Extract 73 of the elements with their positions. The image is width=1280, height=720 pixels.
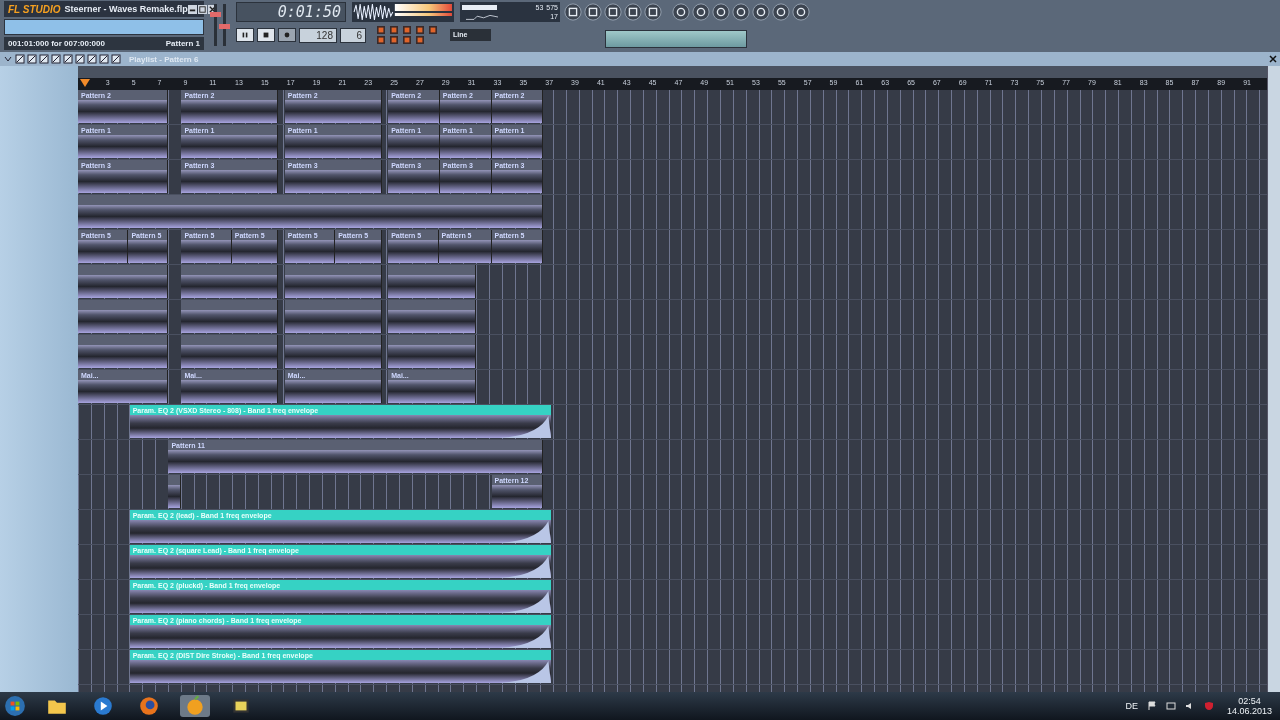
pattern-clip[interactable] — [168, 475, 182, 508]
toggle-icon[interactable] — [390, 36, 398, 44]
tool-icon[interactable] — [87, 54, 97, 64]
pattern-clip[interactable] — [284, 265, 382, 298]
app-logo: FL STUDIO — [7, 3, 62, 15]
toggle-icon[interactable] — [416, 36, 424, 44]
pattern-clip[interactable] — [181, 335, 279, 368]
project-title: Steerner - Waves Remake.flp — [64, 4, 188, 14]
tool-icon[interactable] — [15, 54, 25, 64]
playlist-title: Playlist - Pattern 6 — [129, 54, 200, 64]
playhead-marker[interactable] — [80, 79, 90, 87]
time-display: 0:01:50 — [236, 2, 346, 22]
toggle-icon[interactable] — [390, 26, 398, 34]
tool-icon[interactable] — [51, 54, 61, 64]
clock-date: 14.06.2013 — [1226, 706, 1272, 716]
pattern-clip[interactable] — [388, 265, 477, 298]
close-icon[interactable] — [1268, 54, 1278, 64]
tool-icon[interactable] — [39, 54, 49, 64]
toggle-icon[interactable] — [403, 36, 411, 44]
window-button-icon[interactable] — [584, 3, 602, 21]
pattern-clip[interactable] — [78, 195, 544, 228]
window-button-icon[interactable] — [604, 3, 622, 21]
pattern-clip[interactable] — [388, 300, 477, 333]
flag-icon[interactable] — [1146, 701, 1157, 711]
tool-icon[interactable] — [63, 54, 73, 64]
record-button[interactable] — [278, 28, 296, 42]
toggle-icon[interactable] — [429, 26, 437, 34]
tool-button-icon[interactable] — [712, 3, 730, 21]
tool-button-icon[interactable] — [752, 3, 770, 21]
toggle-icon[interactable] — [403, 26, 411, 34]
pattern-clip[interactable] — [284, 300, 382, 333]
menu-icon[interactable] — [3, 54, 13, 64]
pattern-clip[interactable] — [181, 300, 279, 333]
toggle-icon[interactable] — [416, 26, 424, 34]
tool-button-icon[interactable] — [692, 3, 710, 21]
pause-button[interactable] — [236, 28, 254, 42]
scroll-bar[interactable] — [1267, 66, 1280, 692]
toggle-icon[interactable] — [377, 36, 385, 44]
tool-button-icon[interactable] — [772, 3, 790, 21]
record-icon — [283, 31, 291, 39]
window-button-icon[interactable] — [624, 3, 642, 21]
shield-icon[interactable] — [1203, 701, 1214, 711]
clock-time: 02:54 — [1238, 696, 1261, 706]
tool-button-icon[interactable] — [732, 3, 750, 21]
tool-icon[interactable] — [111, 54, 121, 64]
pattern-clip[interactable] — [284, 335, 382, 368]
toggle-icon[interactable] — [377, 26, 385, 34]
pause-icon — [241, 31, 249, 39]
window-button-icon[interactable] — [644, 3, 662, 21]
network-icon[interactable] — [1165, 701, 1176, 711]
browser-field[interactable] — [605, 30, 747, 48]
pattern-label: Pattern 1 — [165, 39, 200, 48]
pattern-number-display[interactable]: 6 — [340, 27, 366, 43]
pattern-clip[interactable] — [181, 265, 279, 298]
tool-button-icon[interactable] — [672, 3, 690, 21]
minimize-icon[interactable] — [187, 4, 197, 14]
maximize-icon[interactable] — [197, 4, 207, 14]
stop-icon — [262, 31, 270, 39]
window-button-icon[interactable] — [564, 3, 582, 21]
tempo-display[interactable]: 128 — [299, 27, 337, 43]
pattern-clip[interactable] — [78, 265, 169, 298]
tool-button-icon[interactable] — [792, 3, 810, 21]
language-indicator[interactable]: DE — [1125, 701, 1138, 711]
tool-icon[interactable] — [99, 54, 109, 64]
song-position: 001:01:000 for 007:00:000 — [8, 39, 105, 48]
stop-button[interactable] — [257, 28, 275, 42]
tool-icon[interactable] — [27, 54, 37, 64]
pattern-clip[interactable] — [78, 335, 169, 368]
tool-icon[interactable] — [75, 54, 85, 64]
clock[interactable]: 02:54 14.06.2013 — [1222, 696, 1276, 716]
pattern-clip[interactable] — [78, 300, 169, 333]
pattern-clip[interactable] — [388, 335, 477, 368]
start-button-icon[interactable] — [4, 695, 26, 717]
